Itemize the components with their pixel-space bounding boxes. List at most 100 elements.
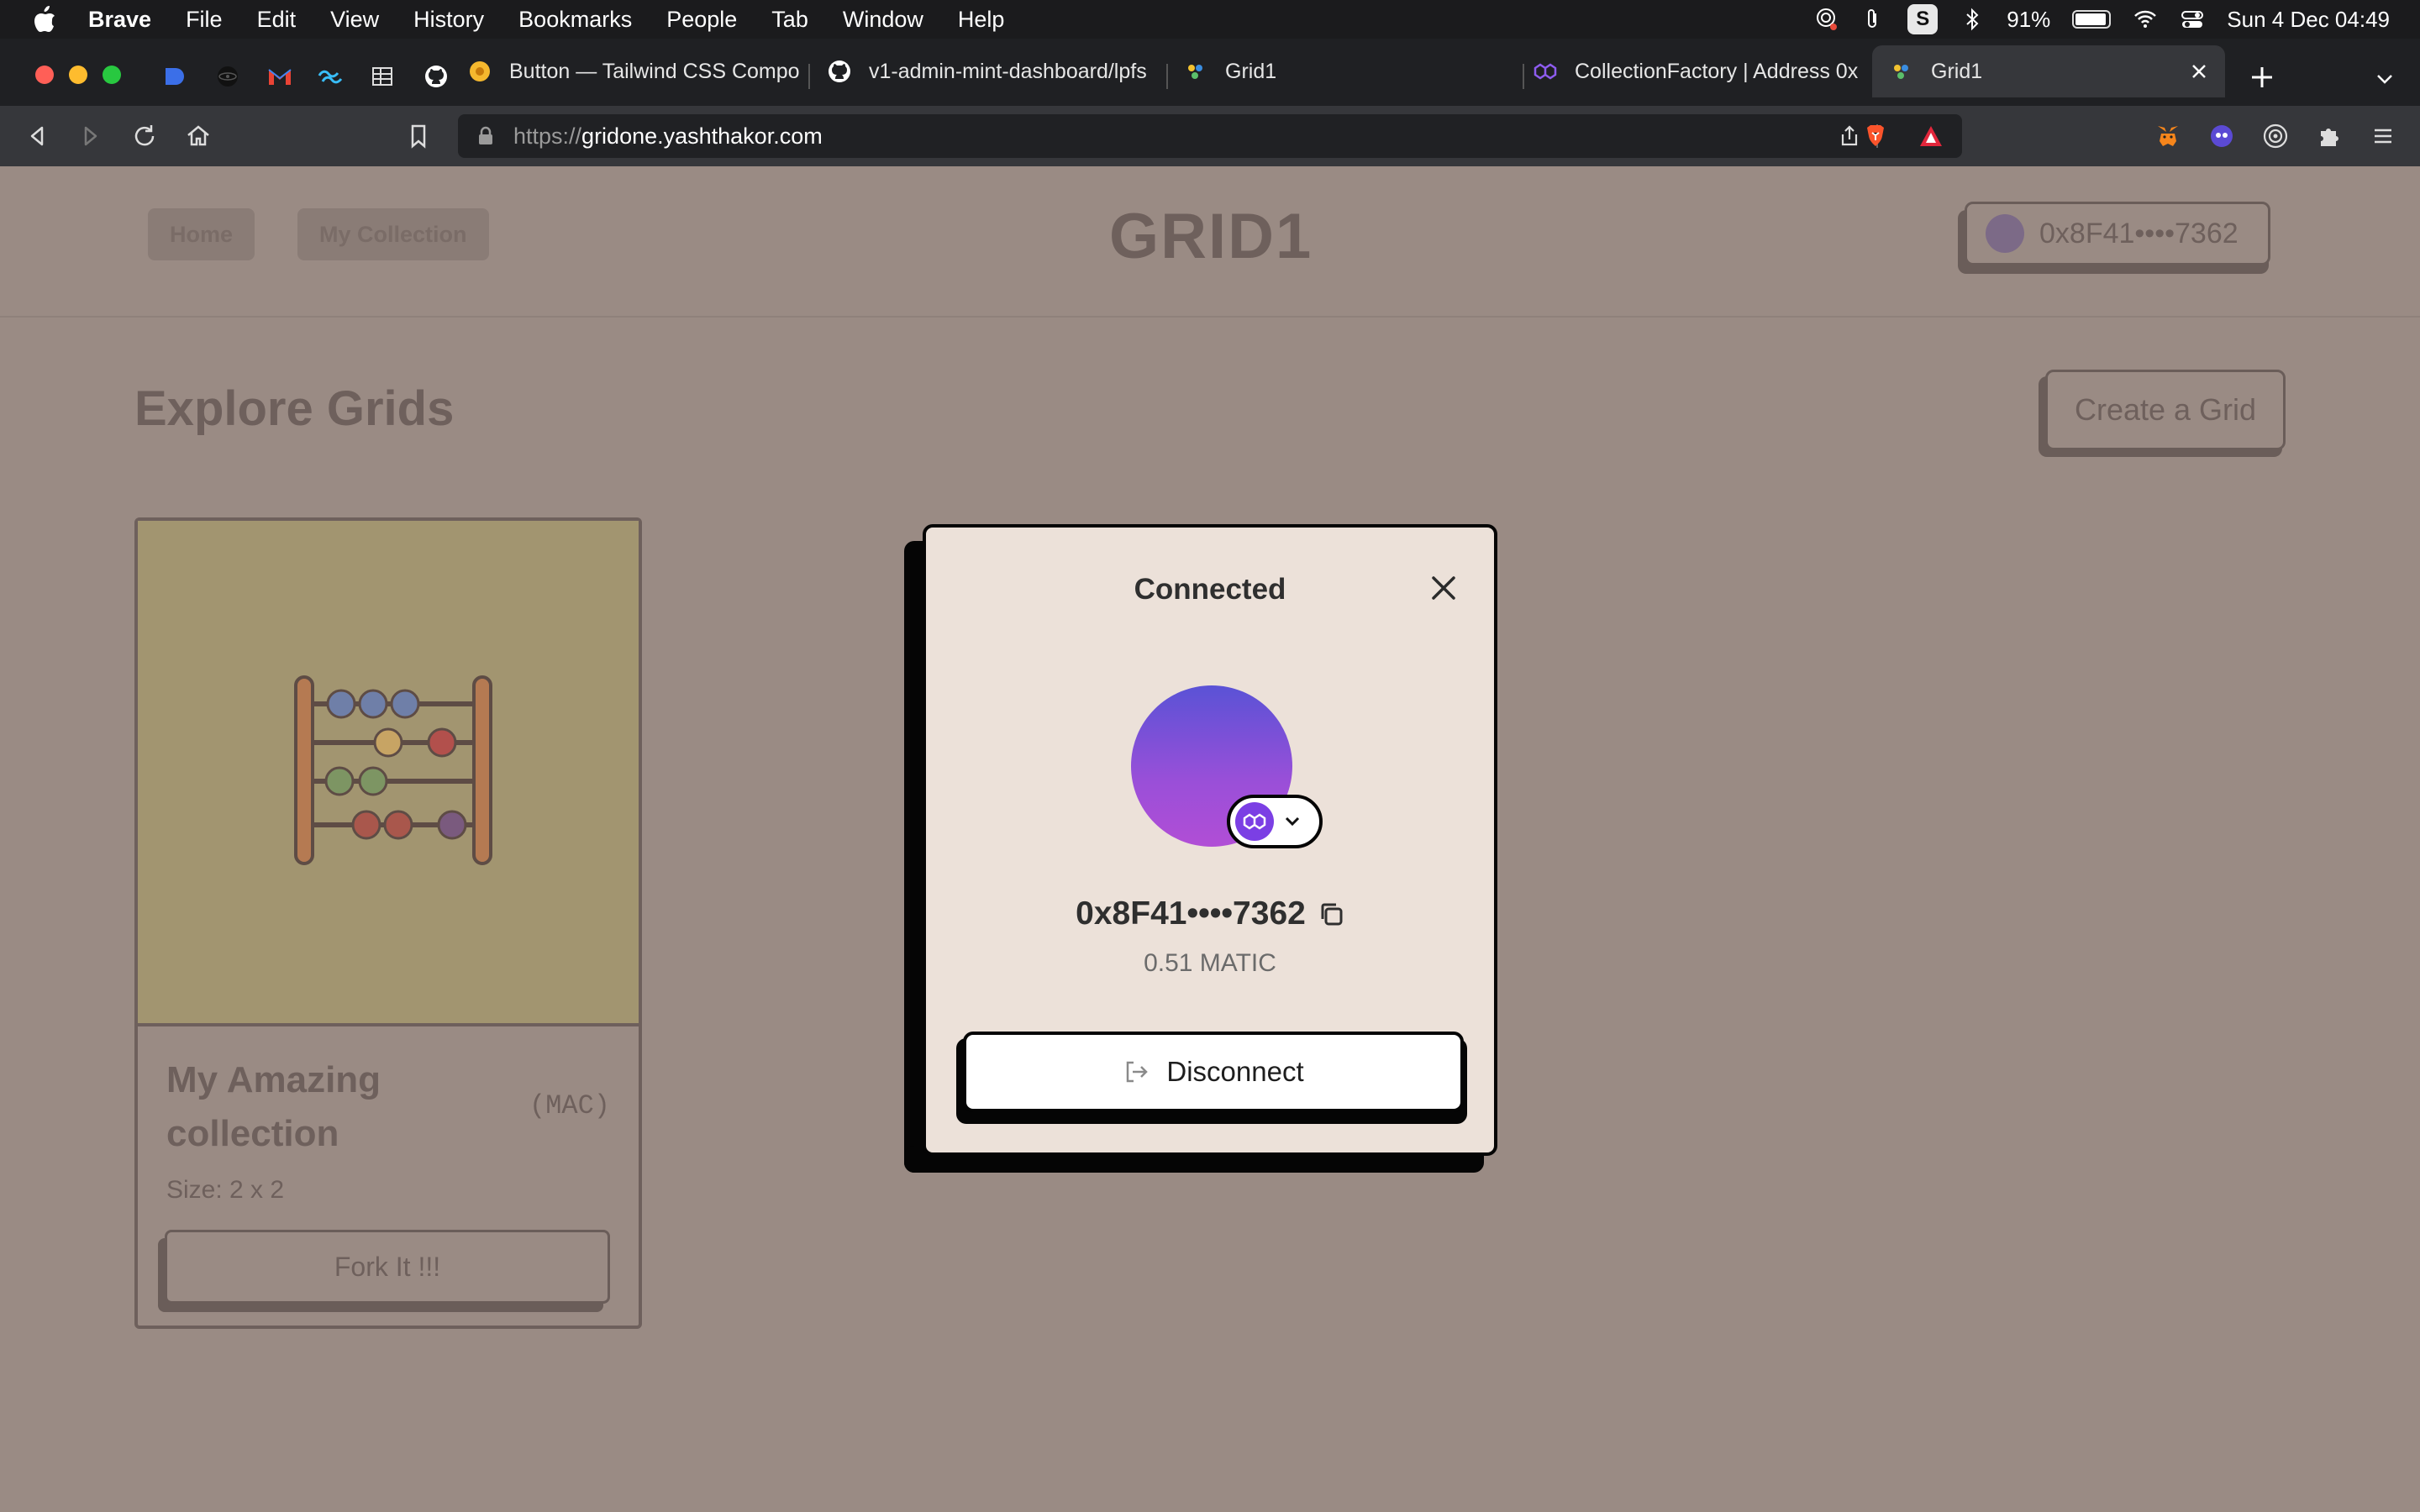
- network-switcher-button[interactable]: [1227, 795, 1323, 848]
- menu-view[interactable]: View: [330, 7, 379, 33]
- tab-github-repo[interactable]: v1-admin-mint-dashboard/lpfs: [827, 45, 1160, 97]
- url-host: gridone.yashthakor.com: [581, 123, 823, 149]
- account-address: 0x8F41••••7362: [926, 895, 1494, 932]
- hamburger-menu-icon[interactable]: [2370, 123, 2396, 150]
- fork-button[interactable]: Fork It !!!: [165, 1230, 610, 1304]
- back-icon[interactable]: [24, 123, 50, 150]
- url-scheme: https://: [513, 123, 582, 149]
- macos-menu-bar: Brave File Edit View History Bookmarks P…: [0, 0, 2420, 39]
- s-menu-extra[interactable]: S: [1907, 4, 1939, 34]
- bluetooth-icon[interactable]: [1960, 7, 1985, 32]
- brave-rewards-icon[interactable]: [1918, 123, 1944, 150]
- bookmark-icon[interactable]: [405, 123, 432, 150]
- page-title: Explore Grids: [134, 381, 455, 436]
- tab-title: Grid1: [1931, 59, 1983, 83]
- menu-history[interactable]: History: [413, 7, 484, 33]
- address-bar[interactable]: https://gridone.yashthakor.com: [458, 114, 1962, 158]
- nav-home-button[interactable]: Home: [148, 208, 255, 260]
- collection-symbol: (MAC): [529, 1090, 610, 1121]
- metamask-icon[interactable]: [2154, 123, 2181, 150]
- wallet-account-button[interactable]: 0x8F41••••7362: [1965, 202, 2270, 265]
- avatar: [1986, 214, 2024, 253]
- extensions-puzzle-icon[interactable]: [2316, 123, 2343, 150]
- menu-window[interactable]: Window: [843, 7, 923, 33]
- window-close-button[interactable]: [35, 66, 54, 84]
- tab-list-chevron-icon[interactable]: [2373, 67, 2396, 91]
- tab-grid1-first[interactable]: Grid1: [1183, 45, 1519, 97]
- gmail-icon: [268, 69, 292, 85]
- apple-icon[interactable]: [32, 5, 57, 34]
- share-icon[interactable]: [1838, 124, 1861, 148]
- lock-icon[interactable]: [476, 126, 495, 146]
- menu-people[interactable]: People: [666, 7, 737, 33]
- pinned-tab-github[interactable]: [424, 64, 449, 89]
- menubar-clock[interactable]: Sun 4 Dec 04:49: [2227, 7, 2390, 33]
- tab-tailwind-button[interactable]: Button — Tailwind CSS Compo: [467, 45, 807, 97]
- tab-title: Grid1: [1225, 59, 1277, 83]
- menu-bookmarks[interactable]: Bookmarks: [518, 7, 632, 33]
- tab-title: Button — Tailwind CSS Compo: [509, 59, 800, 83]
- menu-edit[interactable]: Edit: [257, 7, 297, 33]
- tailwind-icon: [318, 70, 343, 84]
- pinned-tab-react[interactable]: [215, 64, 240, 89]
- account-balance: 0.51 MATIC: [1144, 949, 1276, 977]
- flower-icon: [467, 59, 492, 84]
- abacus-icon: [294, 675, 492, 865]
- menu-tab[interactable]: Tab: [771, 7, 808, 33]
- grid1-favicon: [1889, 59, 1914, 84]
- tab-title: CollectionFactory | Address 0x: [1575, 59, 1859, 83]
- collection-thumbnail: [138, 521, 639, 1026]
- window-minimize-button[interactable]: [69, 66, 87, 84]
- polygon-icon: [1533, 59, 1558, 84]
- tab-grid1-active[interactable]: Grid1: [1872, 45, 2225, 97]
- menu-help[interactable]: Help: [958, 7, 1005, 33]
- pinned-tab-table[interactable]: [370, 64, 395, 89]
- collection-card[interactable]: My Amazing collection (MAC) Size: 2 x 2 …: [134, 517, 642, 1329]
- forward-icon[interactable]: [77, 123, 104, 150]
- account-modal: Connected 0x8F41••••7362 0.51 MATIC Disc…: [923, 524, 1497, 1156]
- battery-percent: 91%: [2007, 6, 2051, 32]
- battery-icon[interactable]: [2072, 10, 2112, 29]
- github-icon: [425, 66, 447, 87]
- reload-icon[interactable]: [131, 123, 158, 150]
- wallet-address: 0x8F41••••7362: [2039, 217, 2238, 249]
- logout-icon: [1127, 1061, 1149, 1083]
- pinned-tab-docs[interactable]: [161, 64, 187, 89]
- table-icon: [372, 67, 392, 86]
- wallet-extension-icon[interactable]: [2208, 123, 2235, 150]
- create-grid-button[interactable]: Create a Grid: [2045, 370, 2286, 450]
- nav-my-collection-button[interactable]: My Collection: [297, 208, 489, 260]
- collection-size: Size: 2 x 2: [166, 1176, 285, 1204]
- control-center-icon[interactable]: [2180, 7, 2205, 32]
- disconnect-button[interactable]: Disconnect: [963, 1032, 1464, 1112]
- account-address-text: 0x8F41••••7362: [1076, 895, 1306, 932]
- url-text[interactable]: https://gridone.yashthakor.com: [513, 114, 823, 158]
- polygon-network-icon: [1235, 802, 1274, 841]
- airplay-audio-icon[interactable]: [1813, 7, 1839, 32]
- brave-shields-icon[interactable]: [1862, 123, 1889, 150]
- header-divider: [0, 316, 2420, 318]
- react-icon: [218, 66, 238, 87]
- copy-icon[interactable]: [1318, 900, 1344, 927]
- pinned-tab-tailwind[interactable]: [318, 64, 343, 89]
- grid1-favicon: [1183, 59, 1208, 84]
- home-icon[interactable]: [185, 123, 212, 150]
- new-tab-icon[interactable]: [2249, 64, 2275, 91]
- close-icon[interactable]: [1428, 573, 1459, 603]
- wifi-icon[interactable]: [2133, 7, 2158, 32]
- tab-close-icon[interactable]: [2186, 59, 2212, 84]
- browser-toolbar: https://gridone.yashthakor.com: [0, 106, 2420, 166]
- menu-app-name[interactable]: Brave: [88, 7, 151, 33]
- pinned-tab-gmail[interactable]: [267, 64, 292, 89]
- docs-blue-icon: [166, 68, 184, 85]
- site-logo-text[interactable]: GRID1: [1109, 200, 1313, 273]
- paperclip-icon[interactable]: [1860, 7, 1886, 32]
- github-icon: [827, 59, 852, 84]
- chevron-down-icon: [1285, 816, 1300, 827]
- menu-file[interactable]: File: [186, 7, 223, 33]
- tab-collection-factory[interactable]: CollectionFactory | Address 0x: [1533, 45, 1865, 97]
- window-zoom-button[interactable]: [103, 66, 121, 84]
- collection-name: My Amazing collection: [166, 1059, 381, 1154]
- browser-tab-strip: Button — Tailwind CSS Compo v1-admin-min…: [0, 39, 2420, 106]
- target-extension-icon[interactable]: [2262, 123, 2289, 150]
